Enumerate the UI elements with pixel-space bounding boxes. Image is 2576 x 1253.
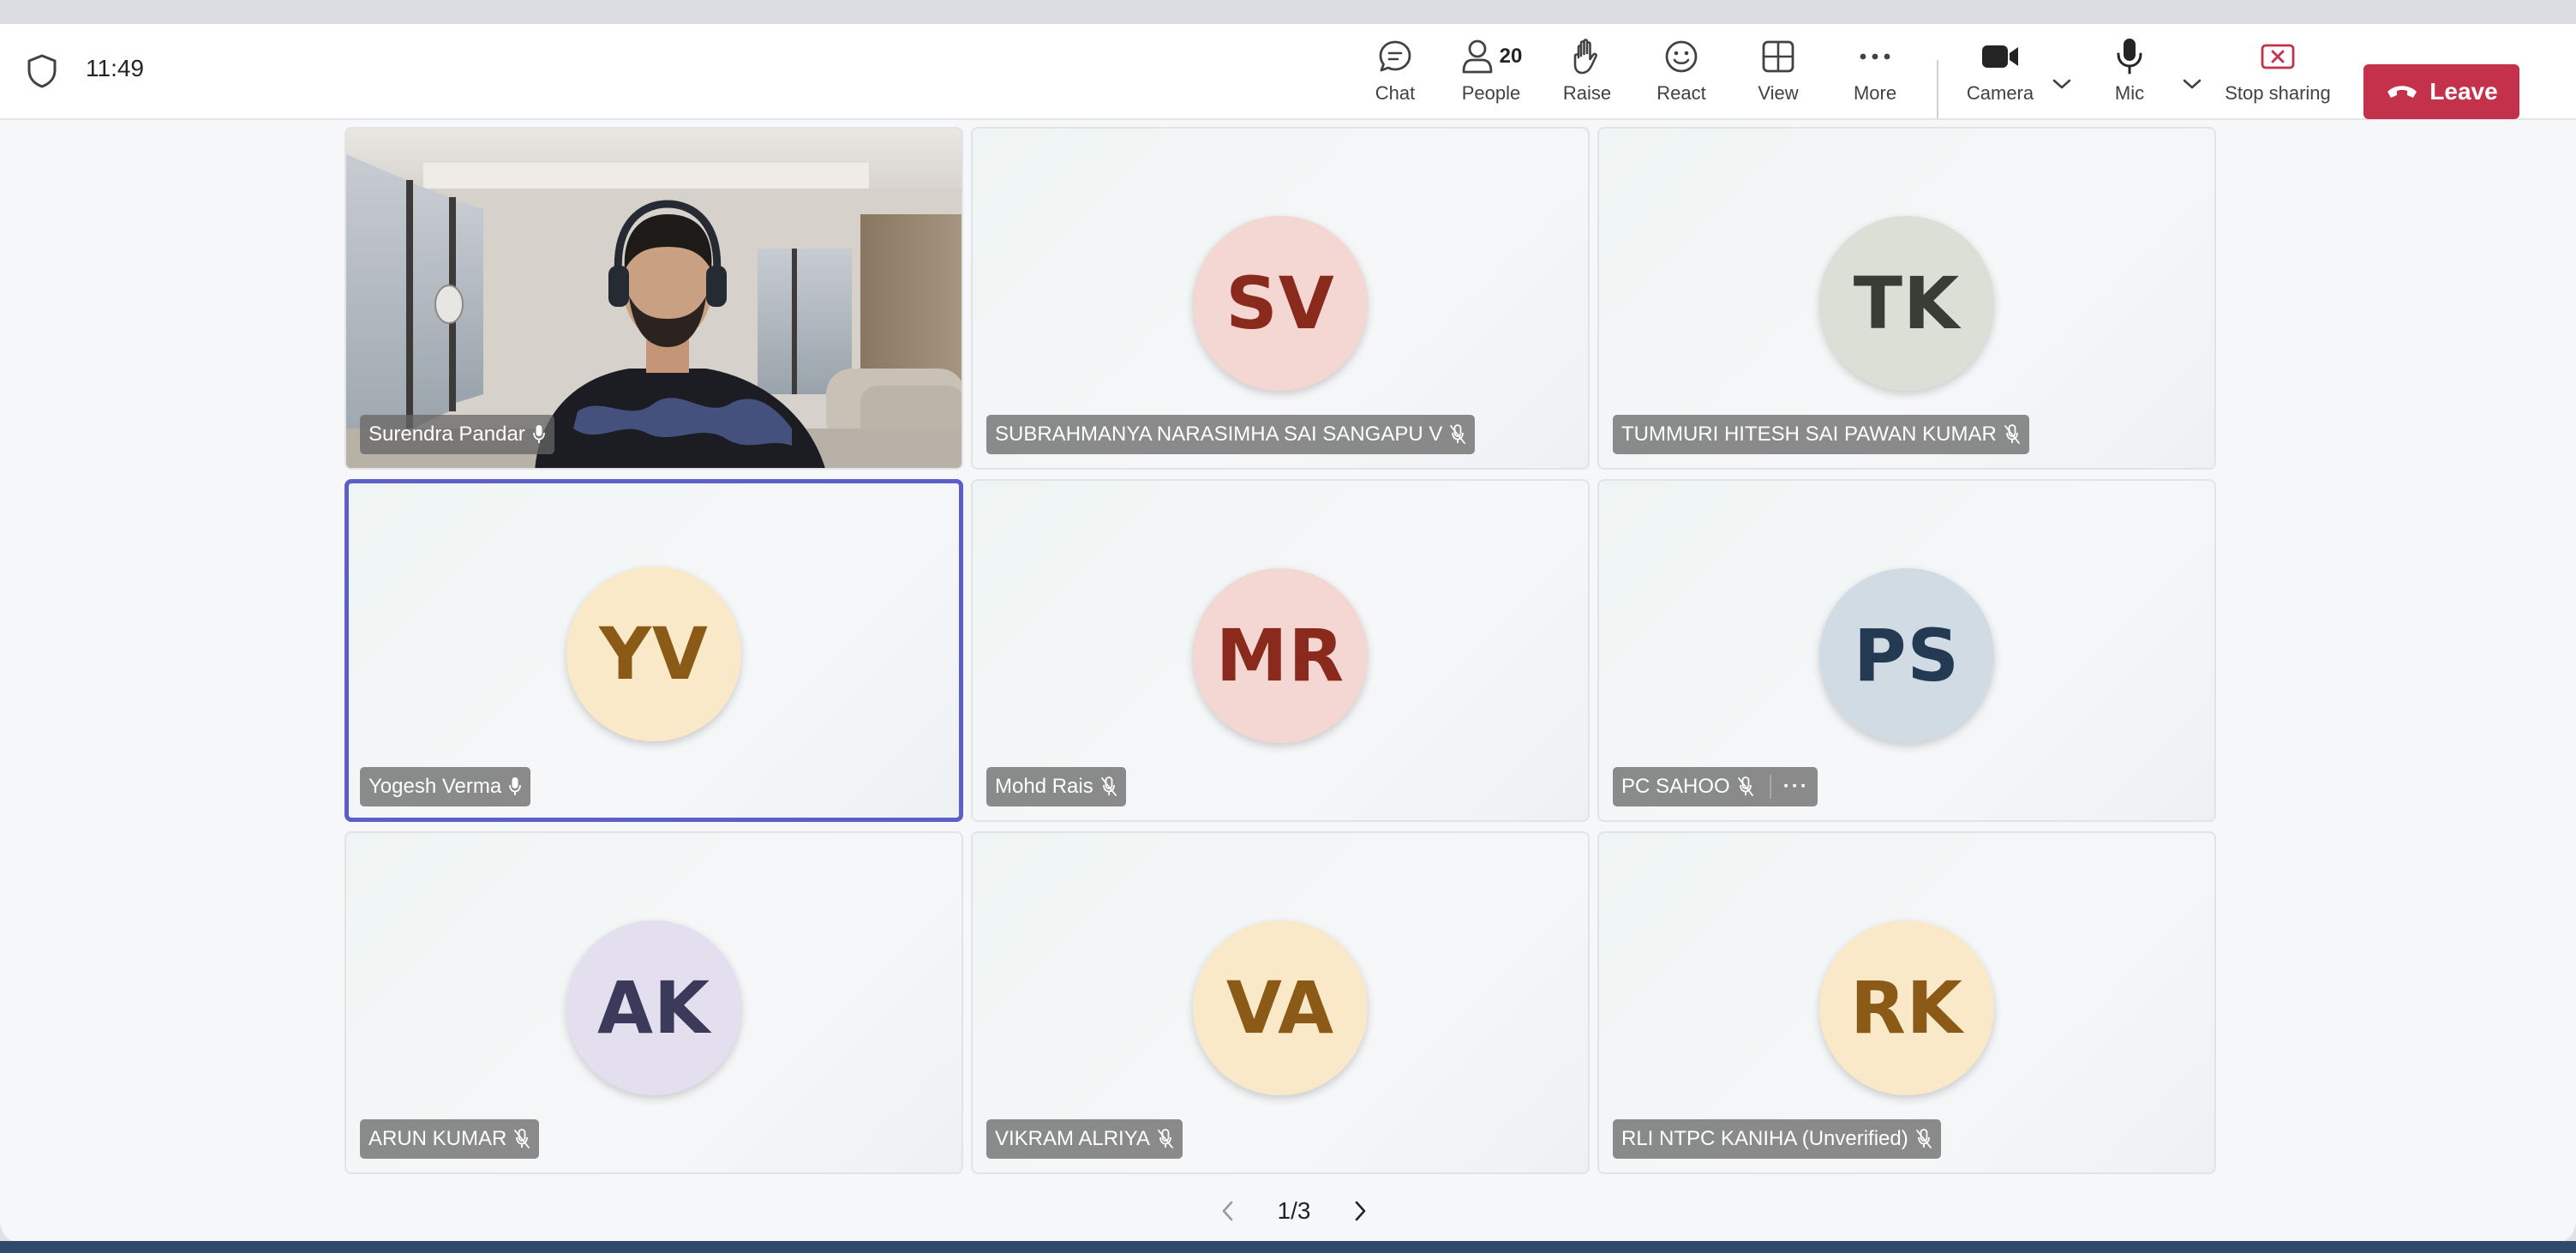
participant-nameplate: SUBRAHMANYA NARASIMHA SAI SANGAPU V <box>986 415 1476 454</box>
microphone-icon <box>532 425 545 443</box>
more-dots-icon <box>1860 53 1890 60</box>
chevron-left-icon[interactable] <box>1217 1198 1239 1224</box>
chevron-right-icon[interactable] <box>1349 1198 1371 1224</box>
participant-tile[interactable]: VA VIKRAM ALRIYA <box>971 831 1590 1174</box>
microphone-muted-icon <box>514 1129 530 1148</box>
leave-label: Leave <box>2429 78 2498 105</box>
raise-hand-button[interactable]: Raise <box>1560 34 1614 113</box>
desktop-background-strip <box>0 1241 2576 1253</box>
mic-button[interactable]: Mic <box>2108 34 2151 113</box>
camera-label: Camera <box>1966 82 2034 104</box>
camera-options-chevron-icon[interactable] <box>2049 75 2075 93</box>
meeting-timer: 11:49 <box>86 55 144 81</box>
chat-icon <box>1379 40 1411 72</box>
participant-avatar: VA <box>1193 920 1368 1095</box>
hang-up-icon <box>2387 86 2417 98</box>
participant-nameplate: PC SAHOO ··· <box>1613 767 1818 806</box>
more-button[interactable]: More <box>1848 34 1902 113</box>
chat-label: Chat <box>1375 82 1416 104</box>
participant-name: SUBRAHMANYA NARASIMHA SAI SANGAPU V <box>995 423 1443 446</box>
view-label: View <box>1758 82 1799 104</box>
microphone-icon <box>509 777 522 795</box>
participant-tile[interactable]: PS PC SAHOO ··· <box>1597 479 2216 822</box>
meeting-header: 11:49 Chat 20 People Raise React View Mo… <box>0 24 2576 120</box>
participant-name: PC SAHOO <box>1621 775 1730 798</box>
participant-avatar: RK <box>1819 920 1994 1095</box>
participant-name: Yogesh Verma <box>368 775 502 798</box>
participant-tile[interactable]: SV SUBRAHMANYA NARASIMHA SAI SANGAPU V <box>971 127 1590 470</box>
participant-avatar: PS <box>1819 568 1994 743</box>
participant-nameplate: RLI NTPC KANIHA (Unverified) <box>1613 1119 1941 1159</box>
raise-hand-icon <box>1573 39 1597 75</box>
participant-tile[interactable]: YV Yogesh Verma <box>344 479 963 822</box>
smiley-icon <box>1665 40 1698 73</box>
microphone-muted-icon <box>1450 424 1466 444</box>
leave-button[interactable]: Leave <box>2363 64 2519 119</box>
participant-name: ARUN KUMAR <box>368 1127 507 1150</box>
participant-name: Surendra Pandar <box>368 423 525 446</box>
participant-tile[interactable]: RK RLI NTPC KANIHA (Unverified) <box>1597 831 2216 1174</box>
camera-icon <box>1982 45 2018 68</box>
people-label: People <box>1461 82 1521 104</box>
react-button[interactable]: React <box>1654 34 1709 113</box>
more-label: More <box>1853 82 1897 104</box>
participant-more-options[interactable]: ··· <box>1769 775 1809 799</box>
participant-nameplate: Surendra Pandar <box>360 415 554 454</box>
view-button[interactable]: View <box>1752 34 1804 113</box>
participant-avatar: TK <box>1819 216 1994 391</box>
microphone-muted-icon <box>2004 424 2020 444</box>
participant-avatar: AK <box>566 920 741 1095</box>
microphone-muted-icon <box>1737 776 1753 796</box>
microphone-muted-icon <box>1158 1129 1173 1148</box>
participant-nameplate: Yogesh Verma <box>360 767 531 806</box>
raise-label: Raise <box>1562 82 1612 104</box>
participant-tile[interactable]: AK ARUN KUMAR <box>344 831 963 1174</box>
participant-avatar: YV <box>566 567 741 741</box>
microphone-muted-icon <box>1100 776 1117 796</box>
people-button[interactable]: 20 People <box>1457 34 1525 113</box>
mic-label: Mic <box>2114 82 2145 104</box>
mic-options-chevron-icon[interactable] <box>2179 75 2205 93</box>
camera-button[interactable]: Camera <box>1962 34 2038 113</box>
participant-avatar: MR <box>1193 568 1368 743</box>
participant-tile-video[interactable]: Surendra Pandar <box>344 127 963 470</box>
participant-tile[interactable]: TK TUMMURI HITESH SAI PAWAN KUMAR <box>1597 127 2216 470</box>
participant-nameplate: VIKRAM ALRIYA <box>986 1119 1183 1159</box>
top-window-strip <box>0 0 2576 24</box>
participant-name: Mohd Rais <box>995 775 1093 798</box>
toolbar-divider <box>1937 60 1938 118</box>
participant-name: TUMMURI HITESH SAI PAWAN KUMAR <box>1621 423 1997 446</box>
page-navigation: 1/3 <box>1217 1190 1371 1232</box>
chat-button[interactable]: Chat <box>1369 34 1421 113</box>
participant-tile[interactable]: MR Mohd Rais <box>971 479 1590 822</box>
page-indicator: 1/3 <box>1277 1197 1311 1224</box>
stop-sharing-label: Stop sharing <box>2225 82 2331 104</box>
participant-nameplate: ARUN KUMAR <box>360 1119 540 1159</box>
participant-name: RLI NTPC KANIHA (Unverified) <box>1621 1127 1908 1150</box>
person-icon <box>1462 39 1493 74</box>
people-count: 20 <box>1499 45 1523 68</box>
microphone-muted-icon <box>1915 1129 1932 1148</box>
stop-sharing-button[interactable]: Stop sharing <box>2220 34 2336 113</box>
meeting-window: 11:49 Chat 20 People Raise React View Mo… <box>0 24 2576 1244</box>
react-label: React <box>1656 82 1706 104</box>
participant-avatar: SV <box>1193 216 1368 391</box>
microphone-icon <box>2117 39 2142 75</box>
participant-nameplate: TUMMURI HITESH SAI PAWAN KUMAR <box>1613 415 2029 454</box>
participant-nameplate: Mohd Rais <box>986 767 1126 806</box>
grid-view-icon <box>1762 40 1794 73</box>
participant-name: VIKRAM ALRIYA <box>995 1127 1150 1150</box>
stop-sharing-icon <box>2261 44 2295 69</box>
shield-icon[interactable] <box>26 53 58 89</box>
